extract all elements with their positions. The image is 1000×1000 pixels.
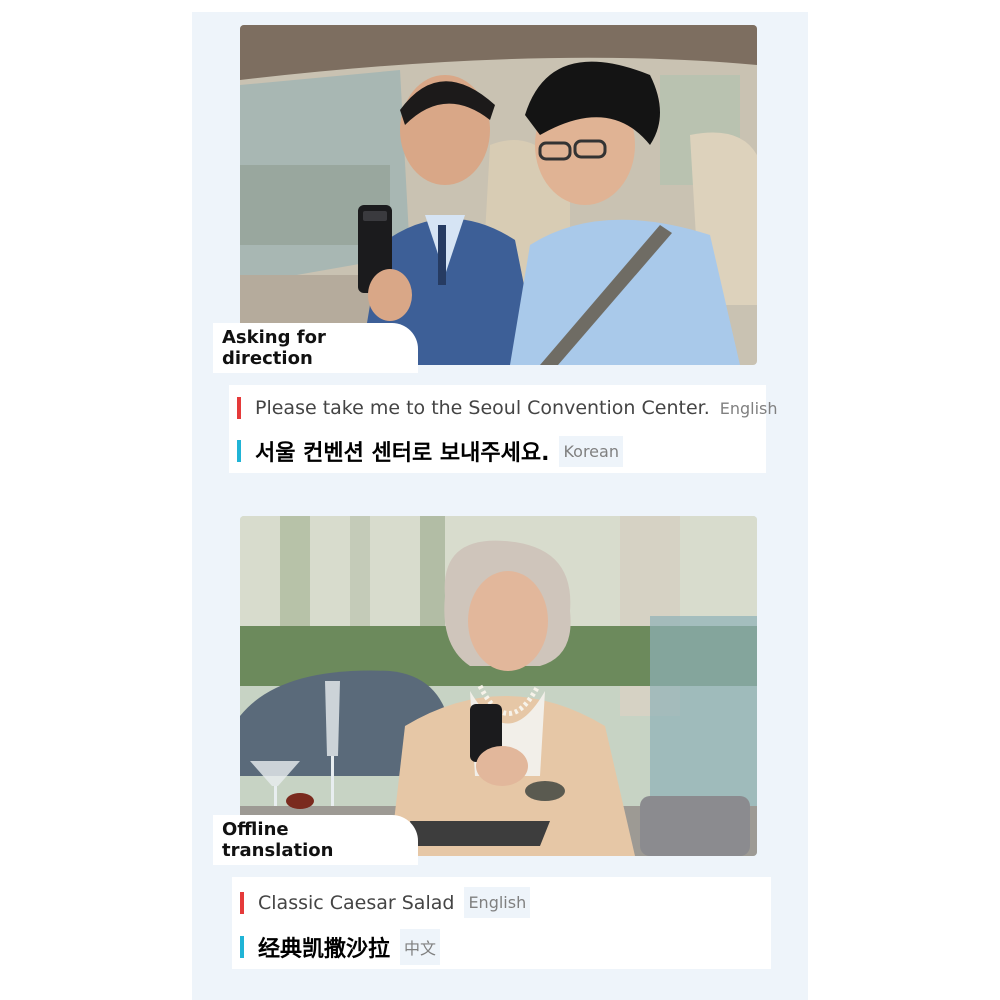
source-language-label: English <box>719 398 778 418</box>
source-line: Please take me to the Seoul Convention C… <box>237 397 778 419</box>
target-line: 서울 컨벤션 센터로 보내주세요. Korean <box>237 435 623 467</box>
caption-text: Asking for direction <box>222 327 326 369</box>
target-marker <box>237 440 241 462</box>
source-marker <box>237 397 241 419</box>
target-language-label: 中文 <box>400 929 441 965</box>
source-marker <box>240 891 244 914</box>
caption-offline-translation: Offline translation <box>213 815 418 865</box>
caption-text: Offline translation <box>222 819 334 861</box>
source-line: Classic Caesar Salad English <box>240 887 531 918</box>
photo-restaurant-scene <box>240 516 757 856</box>
target-text: 서울 컨벤션 센터로 보내주세요. <box>255 441 550 466</box>
translation-card-1: Please take me to the Seoul Convention C… <box>229 385 778 473</box>
caption-asking-direction: Asking for direction <box>213 323 418 373</box>
target-line: 经典凯撒沙拉 中文 <box>240 929 441 965</box>
target-language-label: Korean <box>559 435 623 467</box>
source-text: Please take me to the Seoul Convention C… <box>255 397 710 419</box>
translation-card-2: Classic Caesar Salad English 经典凯撒沙拉 中文 <box>232 877 771 969</box>
source-text: Classic Caesar Salad <box>258 891 455 914</box>
source-language-label: English <box>464 887 531 918</box>
target-text: 经典凯撒沙拉 <box>258 937 391 962</box>
photo-car-scene <box>240 25 757 365</box>
target-marker <box>240 936 244 958</box>
